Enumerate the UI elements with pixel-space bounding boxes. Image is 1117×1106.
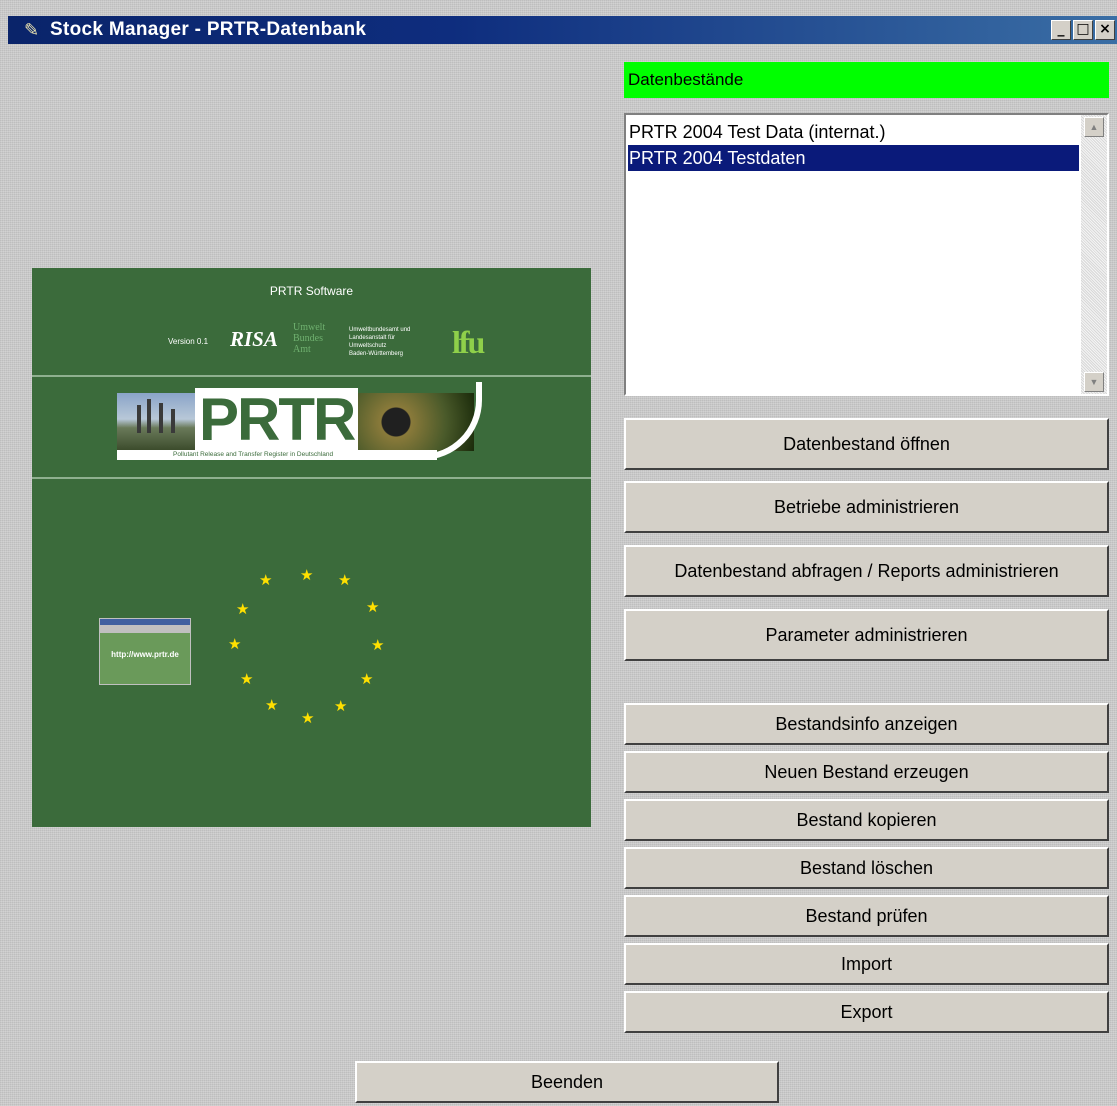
create-dataset-button[interactable]: Neuen Bestand erzeugen <box>624 751 1109 793</box>
quit-button[interactable]: Beenden <box>355 1061 779 1103</box>
datasets-heading: Datenbestände <box>624 62 1109 98</box>
window-title: Stock Manager - PRTR-Datenbank <box>50 19 367 40</box>
star-icon: ★ <box>371 636 385 654</box>
datasets-heading-label: Datenbestände <box>628 70 744 89</box>
delete-dataset-button[interactable]: Bestand löschen <box>624 847 1109 889</box>
title-bar[interactable]: ✎ Stock Manager - PRTR-Datenbank _ □ × <box>8 16 1117 44</box>
star-icon: ★ <box>360 670 374 688</box>
dataset-info-button[interactable]: Bestandsinfo anzeigen <box>624 703 1109 745</box>
star-icon: ★ <box>259 571 273 589</box>
feather-icon: ✎ <box>24 20 40 40</box>
manage-parameters-button[interactable]: Parameter administrieren <box>624 609 1109 661</box>
star-icon: ★ <box>366 598 380 616</box>
star-icon: ★ <box>265 696 279 714</box>
maximize-button[interactable]: □ <box>1073 20 1093 40</box>
star-icon: ★ <box>236 600 250 618</box>
scroll-down-icon[interactable]: ▼ <box>1084 372 1104 392</box>
manage-facilities-button[interactable]: Betriebe administrieren <box>624 481 1109 533</box>
copy-dataset-button[interactable]: Bestand kopieren <box>624 799 1109 841</box>
star-icon: ★ <box>240 670 254 688</box>
star-icon: ★ <box>300 566 314 584</box>
star-icon: ★ <box>301 709 315 727</box>
splash-image: PRTR Software Version 0.1 RISA Umwelt Bu… <box>32 268 591 827</box>
minimize-button[interactable]: _ <box>1051 20 1071 40</box>
close-button[interactable]: × <box>1095 20 1115 40</box>
datasets-listbox[interactable]: PRTR 2004 Test Data (internat.) PRTR 200… <box>624 113 1109 396</box>
check-dataset-button[interactable]: Bestand prüfen <box>624 895 1109 937</box>
query-reports-button[interactable]: Datenbestand abfragen / Reports administ… <box>624 545 1109 597</box>
star-icon: ★ <box>338 571 352 589</box>
open-dataset-button[interactable]: Datenbestand öffnen <box>624 418 1109 470</box>
star-icon: ★ <box>228 635 242 653</box>
scroll-up-icon[interactable]: ▲ <box>1084 117 1104 137</box>
import-button[interactable]: Import <box>624 943 1109 985</box>
eu-stars: ★ ★ ★ ★ ★ ★ ★ ★ ★ ★ ★ ★ <box>32 268 591 827</box>
export-button[interactable]: Export <box>624 991 1109 1033</box>
main-window: ✎ Stock Manager - PRTR-Datenbank _ □ × P… <box>0 0 1117 1106</box>
star-icon: ★ <box>334 697 348 715</box>
list-item-selected[interactable]: PRTR 2004 Testdaten <box>628 145 1079 171</box>
vertical-scrollbar[interactable]: ▲ ▼ <box>1081 115 1107 394</box>
list-item[interactable]: PRTR 2004 Test Data (internat.) <box>628 119 1079 145</box>
